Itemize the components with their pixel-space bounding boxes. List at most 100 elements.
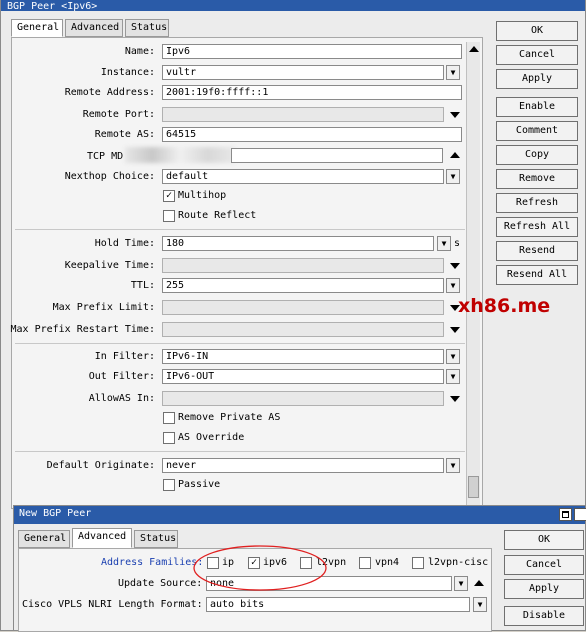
refresh-all-button[interactable]: Refresh All bbox=[496, 217, 578, 237]
nexthop-field[interactable]: default bbox=[162, 169, 444, 184]
max-prefix-restart-field[interactable] bbox=[162, 322, 444, 337]
remote-port-label: Remote Port: bbox=[82, 109, 155, 120]
tcp-md5-label: TCP MD bbox=[87, 151, 124, 162]
new-disable-button[interactable]: Disable bbox=[504, 606, 584, 626]
scroll-up-icon[interactable] bbox=[469, 46, 479, 52]
out-filter-dropdown-icon[interactable]: ▼ bbox=[446, 369, 460, 384]
new-tab-advanced[interactable]: Advanced bbox=[72, 528, 132, 548]
new-apply-button[interactable]: Apply bbox=[504, 579, 584, 599]
tab-advanced[interactable]: Advanced bbox=[65, 19, 123, 37]
cisco-vpls-field[interactable]: auto bits bbox=[206, 597, 470, 612]
multihop-label: Multihop bbox=[178, 190, 227, 201]
maximize-icon[interactable] bbox=[559, 508, 572, 521]
in-filter-field[interactable]: IPv6-IN bbox=[162, 349, 444, 364]
instance-dropdown-icon[interactable]: ▼ bbox=[446, 65, 460, 80]
remote-as-field[interactable]: 64515 bbox=[162, 127, 462, 142]
window-title: BGP Peer <Ipv6> bbox=[7, 1, 98, 12]
keepalive-field[interactable] bbox=[162, 258, 444, 273]
update-source-collapse-icon[interactable] bbox=[474, 580, 484, 586]
route-reflect-checkbox[interactable] bbox=[163, 210, 175, 222]
instance-label: Instance: bbox=[100, 67, 155, 78]
resend-button[interactable]: Resend bbox=[496, 241, 578, 261]
nexthop-dropdown-icon[interactable]: ▼ bbox=[446, 169, 460, 184]
remote-address-field[interactable]: 2001:19f0:ffff::1 bbox=[162, 85, 462, 100]
ttl-label: TTL: bbox=[130, 280, 155, 291]
remote-as-label: Remote AS: bbox=[94, 129, 155, 140]
family-vpn4-label: vpn4 bbox=[375, 557, 400, 568]
scroll-thumb[interactable] bbox=[468, 476, 479, 498]
family-vpn4-checkbox[interactable] bbox=[359, 557, 371, 569]
remote-address-label: Remote Address: bbox=[64, 87, 155, 98]
name-field[interactable]: Ipv6 bbox=[162, 44, 462, 59]
route-reflect-label: Route Reflect bbox=[178, 210, 257, 221]
hold-time-dropdown-icon[interactable]: ▼ bbox=[437, 236, 451, 251]
scrollbar[interactable] bbox=[466, 42, 480, 506]
new-window-title-bar[interactable]: New BGP Peer ✕ bbox=[14, 506, 586, 524]
remove-private-as-label: Remove Private AS bbox=[178, 412, 281, 423]
default-originate-label: Default Originate: bbox=[46, 460, 155, 471]
comment-button[interactable]: Comment bbox=[496, 121, 578, 141]
passive-checkbox[interactable] bbox=[163, 479, 175, 491]
multihop-checkbox[interactable]: ✓ bbox=[163, 190, 175, 202]
redacted-blur bbox=[125, 147, 235, 163]
max-prefix-restart-expand-icon[interactable] bbox=[450, 327, 460, 333]
resend-all-button[interactable]: Resend All bbox=[496, 265, 578, 285]
out-filter-field[interactable]: IPv6-OUT bbox=[162, 369, 444, 384]
divider bbox=[15, 229, 465, 230]
allowas-label: AllowAS In: bbox=[88, 393, 155, 404]
default-originate-field[interactable]: never bbox=[162, 458, 444, 473]
allowas-field[interactable] bbox=[162, 391, 444, 406]
update-source-dropdown-icon[interactable]: ▼ bbox=[454, 576, 468, 591]
divider bbox=[15, 451, 465, 452]
cancel-button[interactable]: Cancel bbox=[496, 45, 578, 65]
new-tab-general[interactable]: General bbox=[18, 530, 70, 548]
divider bbox=[15, 343, 465, 344]
family-l2vpn-cisco-checkbox[interactable] bbox=[412, 557, 424, 569]
close-icon[interactable]: ✕ bbox=[574, 508, 586, 521]
cisco-vpls-dropdown-icon[interactable]: ▼ bbox=[473, 597, 487, 612]
name-label: Name: bbox=[124, 46, 155, 57]
tcp-md5-field[interactable] bbox=[231, 148, 443, 163]
remote-port-expand-icon[interactable] bbox=[450, 112, 460, 118]
refresh-button[interactable]: Refresh bbox=[496, 193, 578, 213]
copy-button[interactable]: Copy bbox=[496, 145, 578, 165]
in-filter-dropdown-icon[interactable]: ▼ bbox=[446, 349, 460, 364]
enable-button[interactable]: Enable bbox=[496, 97, 578, 117]
instance-field[interactable]: vultr bbox=[162, 65, 444, 80]
out-filter-label: Out Filter: bbox=[88, 371, 155, 382]
cisco-vpls-label: Cisco VPLS NLRI Length Format: bbox=[22, 599, 203, 610]
keepalive-expand-icon[interactable] bbox=[450, 263, 460, 269]
ttl-field[interactable]: 255 bbox=[162, 278, 444, 293]
remote-port-field[interactable] bbox=[162, 107, 444, 122]
remove-button[interactable]: Remove bbox=[496, 169, 578, 189]
tab-general[interactable]: General bbox=[11, 19, 63, 37]
ttl-dropdown-icon[interactable]: ▼ bbox=[446, 278, 460, 293]
remove-private-as-checkbox[interactable] bbox=[163, 412, 175, 424]
ok-button[interactable]: OK bbox=[496, 21, 578, 41]
title-bar[interactable]: BGP Peer <Ipv6> bbox=[1, 0, 585, 12]
family-l2vpn-cisco-label: l2vpn-cisco bbox=[428, 557, 488, 568]
highlight-ellipse bbox=[193, 545, 327, 591]
tab-status[interactable]: Status bbox=[125, 19, 169, 37]
hold-time-label: Hold Time: bbox=[94, 238, 155, 249]
new-window-title: New BGP Peer bbox=[19, 508, 92, 519]
max-prefix-field[interactable] bbox=[162, 300, 444, 315]
keepalive-label: Keepalive Time: bbox=[64, 260, 155, 271]
default-originate-dropdown-icon[interactable]: ▼ bbox=[446, 458, 460, 473]
as-override-label: AS Override bbox=[178, 432, 245, 443]
allowas-expand-icon[interactable] bbox=[450, 396, 460, 402]
as-override-checkbox[interactable] bbox=[163, 432, 175, 444]
tcp-md5-collapse-icon[interactable] bbox=[450, 152, 460, 158]
hold-time-unit: s bbox=[454, 238, 461, 249]
apply-button[interactable]: Apply bbox=[496, 69, 578, 89]
passive-label: Passive bbox=[178, 479, 221, 490]
nexthop-label: Nexthop Choice: bbox=[64, 171, 155, 182]
new-ok-button[interactable]: OK bbox=[504, 530, 584, 550]
watermark-text: xh86.me bbox=[458, 295, 551, 317]
new-tab-status[interactable]: Status bbox=[134, 530, 178, 548]
address-families-label: Address Families: bbox=[101, 557, 204, 568]
max-prefix-restart-label: Max Prefix Restart Time: bbox=[10, 324, 156, 335]
in-filter-label: In Filter: bbox=[94, 351, 155, 362]
new-cancel-button[interactable]: Cancel bbox=[504, 555, 584, 575]
hold-time-field[interactable]: 180 bbox=[162, 236, 434, 251]
